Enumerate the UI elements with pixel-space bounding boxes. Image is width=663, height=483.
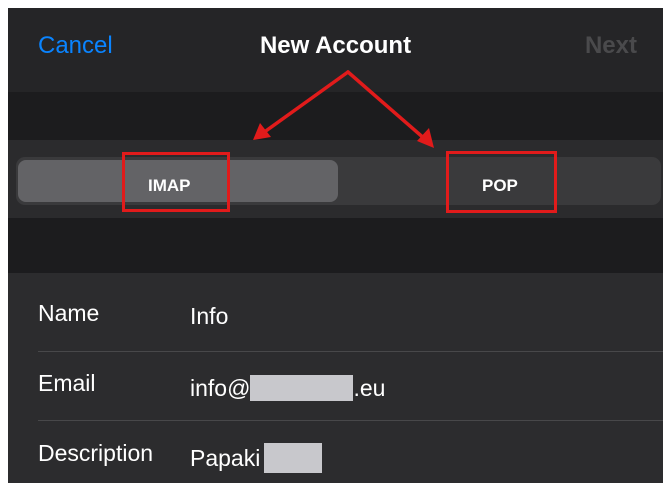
arrowhead-pop-icon (417, 128, 434, 148)
arrow-to-pop (346, 70, 428, 142)
arrowhead-imap-icon (253, 123, 271, 140)
annotation-arrows (253, 70, 434, 148)
arrow-to-imap (261, 70, 350, 135)
